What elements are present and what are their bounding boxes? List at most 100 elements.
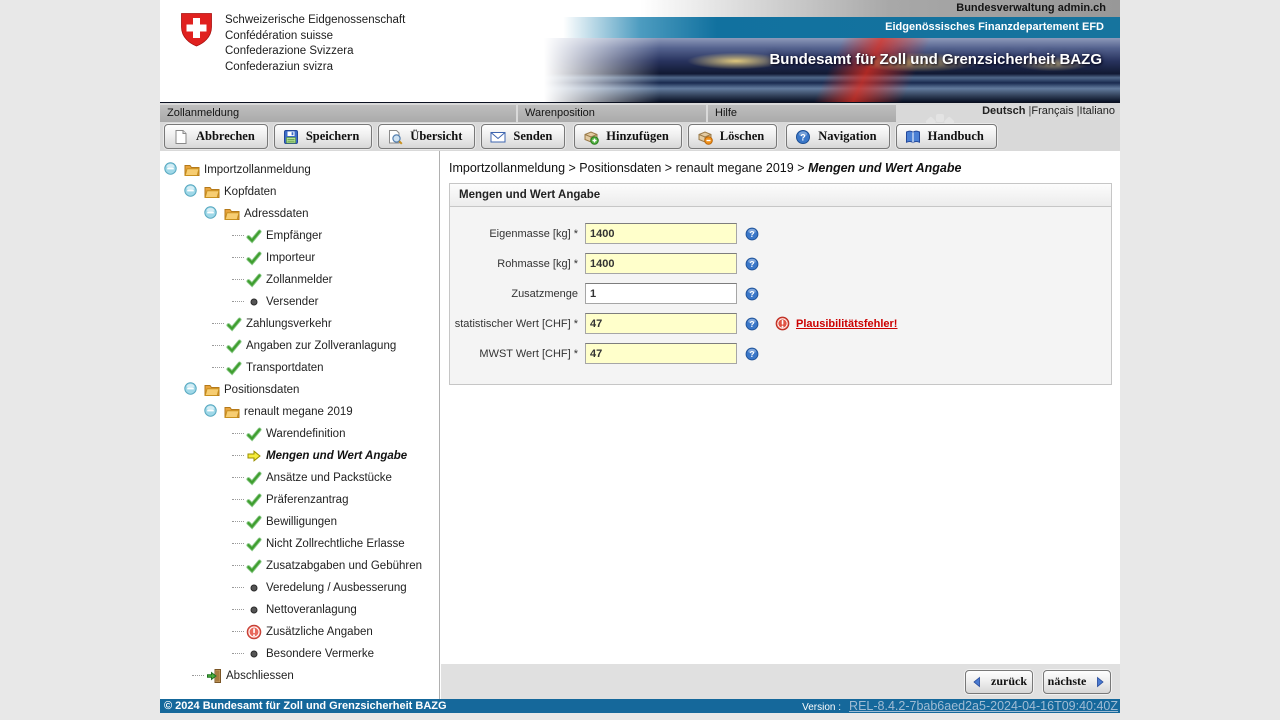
tree-item-veredelung-ausbesserung[interactable]: Veredelung / Ausbesserung [160, 577, 439, 599]
office-title: Bundesamt für Zoll und Grenzsicherheit B… [769, 51, 1102, 68]
tree-item-label: Adressdaten [244, 208, 309, 220]
collapse-icon[interactable] [204, 206, 220, 222]
language-français[interactable]: Français [1031, 105, 1073, 117]
manual-book-icon [905, 129, 921, 145]
tree-item-mengen-und-wert-angabe[interactable]: Mengen und Wert Angabe [160, 445, 439, 467]
field-help-icon[interactable]: ? [745, 317, 759, 331]
check-icon [246, 514, 262, 530]
swiss-confederation-logo: Schweizerische EidgenossenschaftConfédér… [180, 12, 405, 75]
tree-item-transportdaten[interactable]: Transportdaten [160, 357, 439, 379]
collapse-icon[interactable] [204, 404, 220, 420]
footer-bar: © 2024 Bundesamt für Zoll und Grenzsiche… [160, 699, 1120, 713]
tree-item-bewilligungen[interactable]: Bewilligungen [160, 511, 439, 533]
speichern-button[interactable]: Speichern [274, 124, 372, 149]
hinzuf-gen-button[interactable]: Hinzufügen [574, 124, 682, 149]
tree-item-importeur[interactable]: Importeur [160, 247, 439, 269]
statistischer-wert-chf-input[interactable] [585, 313, 737, 334]
bullet-icon [246, 294, 262, 310]
field-help-icon[interactable]: ? [745, 287, 759, 301]
tree-item-label: Veredelung / Ausbesserung [266, 582, 407, 594]
tree-item-warendefinition[interactable]: Warendefinition [160, 423, 439, 445]
tree-item-versender[interactable]: Versender [160, 291, 439, 313]
l-schen-button[interactable]: Löschen [688, 124, 777, 149]
tree-connector [232, 235, 244, 237]
tree-connector [232, 301, 244, 303]
form-panel-title: Mengen und Wert Angabe [450, 184, 1111, 207]
toolbar-button-label: Navigation [818, 129, 876, 144]
back-button-label: zurück [991, 674, 1027, 689]
tree-item-empfänger[interactable]: Empfänger [160, 225, 439, 247]
tree-item-label: Importzollanmeldung [204, 164, 311, 176]
next-button-label: nächste [1048, 674, 1087, 689]
mwst-wert-chf-input[interactable] [585, 343, 737, 364]
tree-item-label: Besondere Vermerke [266, 648, 374, 660]
language-italiano[interactable]: Italiano [1080, 105, 1115, 117]
help-sphere-icon: ? [795, 129, 811, 145]
field-help-icon[interactable]: ? [745, 257, 759, 271]
tree-item-zollanmelder[interactable]: Zollanmelder [160, 269, 439, 291]
tree-item-besondere-vermerke[interactable]: Besondere Vermerke [160, 643, 439, 665]
navigation-button[interactable]: ? Navigation [786, 124, 889, 149]
tree-connector [212, 323, 224, 325]
eigenmasse-kg-input[interactable] [585, 223, 737, 244]
back-button[interactable]: zurück [965, 670, 1033, 694]
add-item-icon [583, 129, 599, 145]
rohmasse-kg-input[interactable] [585, 253, 737, 274]
tree-item-zusätzliche-angaben[interactable]: Zusätzliche Angaben [160, 621, 439, 643]
check-icon [226, 360, 242, 376]
field-label: Zusatzmenge [450, 288, 585, 300]
footer-copyright: © 2024 Bundesamt für Zoll und Grenzsiche… [164, 699, 447, 713]
language-deutsch[interactable]: Deutsch [982, 105, 1025, 117]
logo-line: Confederaziun svizra [225, 60, 405, 76]
open-folder-icon [224, 404, 240, 420]
-bersicht-button[interactable]: Übersicht [378, 124, 475, 149]
tree-item-präferenzantrag[interactable]: Präferenzantrag [160, 489, 439, 511]
tree-item-label: Empfänger [266, 230, 322, 242]
handbuch-button[interactable]: Handbuch [896, 124, 997, 149]
svg-text:?: ? [801, 132, 807, 142]
form-row: Zusatzmenge? [450, 283, 1111, 304]
toolbar-button-label: Abbrechen [196, 129, 255, 144]
toolbar-button-label: Speichern [306, 129, 359, 144]
senden-button[interactable]: Senden [481, 124, 565, 149]
check-icon [246, 426, 262, 442]
field-help-icon[interactable]: ? [745, 227, 759, 241]
tree-item-angaben-zur-zollveranlagung[interactable]: Angaben zur Zollveranlagung [160, 335, 439, 357]
tree-item-positionsdaten[interactable]: Positionsdaten [160, 379, 439, 401]
swiss-crest-icon [180, 12, 213, 47]
tree-item-adressdaten[interactable]: Adressdaten [160, 203, 439, 225]
tree-item-label: Angaben zur Zollveranlagung [246, 340, 396, 352]
tree-item-importzollanmeldung[interactable]: Importzollanmeldung [160, 159, 439, 181]
form-row: Rohmasse [kg] *? [450, 253, 1111, 274]
tree-item-zahlungsverkehr[interactable]: Zahlungsverkehr [160, 313, 439, 335]
svg-text:?: ? [749, 229, 754, 239]
tree-item-nicht-zollrechtliche-erlasse[interactable]: Nicht Zollrechtliche Erlasse [160, 533, 439, 555]
tree-item-abschliessen[interactable]: Abschliessen [160, 665, 439, 687]
plausibility-error-link[interactable]: Plausibilitätsfehler! [796, 318, 897, 330]
tree-item-label: Ansätze und Packstücke [266, 472, 392, 484]
menu-group-warenposition: Warenposition [518, 105, 706, 122]
next-button[interactable]: nächste [1043, 670, 1111, 694]
collapse-icon[interactable] [184, 184, 200, 200]
zusatzmenge-input[interactable] [585, 283, 737, 304]
field-help-icon[interactable]: ? [745, 347, 759, 361]
svg-text:?: ? [749, 349, 754, 359]
check-icon [246, 272, 262, 288]
abbrechen-button[interactable]: Abbrechen [164, 124, 268, 149]
field-label: Rohmasse [kg] * [450, 258, 585, 270]
collapse-icon[interactable] [164, 162, 180, 178]
version-link[interactable]: REL-8.4.2-7bab6aed2a5-2024-04-16T09:40:4… [849, 700, 1118, 713]
tree-item-kopfdaten[interactable]: Kopfdaten [160, 181, 439, 203]
tree-item-label: Importeur [266, 252, 315, 264]
main-content: Importzollanmeldung > Positionsdaten > r… [441, 151, 1120, 699]
tree-item-label: renault megane 2019 [244, 406, 353, 418]
tree-item-label: Transportdaten [246, 362, 324, 374]
tree-item-label: Warendefinition [266, 428, 345, 440]
tree-item-ansätze-und-packstücke[interactable]: Ansätze und Packstücke [160, 467, 439, 489]
tree-item-nettoveranlagung[interactable]: Nettoveranlagung [160, 599, 439, 621]
tree-item-zusatzabgaben-und-gebühren[interactable]: Zusatzabgaben und Gebühren [160, 555, 439, 577]
tree-item-renault-megane-2019[interactable]: renault megane 2019 [160, 401, 439, 423]
open-folder-icon [204, 382, 220, 398]
breadcrumb: Importzollanmeldung > Positionsdaten > r… [441, 151, 1120, 183]
collapse-icon[interactable] [184, 382, 200, 398]
